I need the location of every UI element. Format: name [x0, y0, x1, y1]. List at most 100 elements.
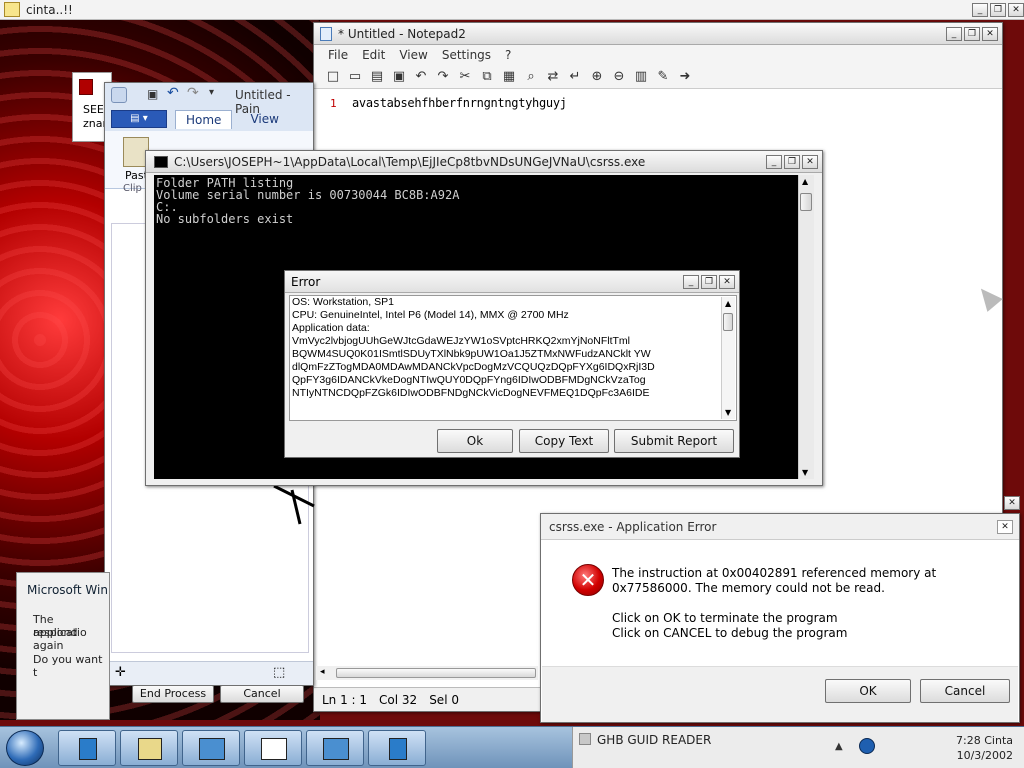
- console-scrollbar[interactable]: ▲ ▼: [798, 175, 814, 479]
- menu-help[interactable]: ?: [505, 48, 511, 62]
- scroll-thumb[interactable]: [723, 313, 733, 331]
- editor-line[interactable]: avastabsehfhberfnrngntngtyhguyj: [352, 96, 567, 110]
- error-message-debug: Click on CANCEL to debug the program: [612, 626, 848, 640]
- exit-icon[interactable]: ➜: [676, 68, 694, 86]
- pdf-icon: [79, 79, 93, 95]
- ok-button[interactable]: OK: [825, 679, 911, 703]
- taskbar-item-6[interactable]: [368, 730, 426, 766]
- paint-titlebar[interactable]: ▣ ↶ ↷ ▾ Untitled - Pain: [105, 83, 313, 116]
- ok-button[interactable]: Ok: [437, 429, 513, 453]
- save-icon[interactable]: ▣: [390, 68, 408, 86]
- browse-icon[interactable]: ▤: [368, 68, 386, 86]
- open-folder-icon[interactable]: ▭: [346, 68, 364, 86]
- app-icon: [4, 2, 20, 17]
- error-titlebar[interactable]: Error _ ❐ ✕: [285, 271, 739, 293]
- find-icon[interactable]: ⌕: [522, 68, 540, 86]
- qa-undo-icon[interactable]: ↶: [167, 85, 179, 101]
- zoom-out-icon[interactable]: ⊖: [610, 68, 628, 86]
- status-column: Col 32: [379, 692, 418, 707]
- console-output: Folder PATH listing Volume serial number…: [156, 176, 460, 226]
- dialog-text-2: respond again: [33, 626, 78, 652]
- taskbar-item-3[interactable]: [182, 730, 240, 766]
- qa-save-icon[interactable]: ▣: [147, 87, 158, 101]
- notepad-icon: [320, 26, 332, 41]
- error-dialog: Error _ ❐ ✕ OS: Workstation, SP1 CPU: Ge…: [284, 270, 740, 458]
- close-icon[interactable]: ✕: [1008, 3, 1024, 17]
- close-icon[interactable]: ✕: [997, 519, 1013, 534]
- system-clock[interactable]: 7:28 Cinta 10/3/2002: [933, 733, 1013, 763]
- scroll-down-icon[interactable]: ▼: [725, 408, 731, 417]
- submit-report-button[interactable]: Submit Report: [614, 429, 734, 453]
- app-error-body: ✕ The instruction at 0x00402891 referenc…: [542, 540, 1018, 666]
- console-titlebar[interactable]: C:\Users\JOSEPH~1\AppData\Local\Temp\EjJ…: [146, 151, 822, 173]
- error-message-terminate: Click on OK to terminate the program: [612, 611, 838, 625]
- scroll-left-icon[interactable]: ◂: [320, 667, 325, 677]
- menu-settings[interactable]: Settings: [442, 48, 491, 62]
- app-error-titlebar[interactable]: csrss.exe - Application Error ✕: [541, 514, 1019, 540]
- copy-icon[interactable]: ⧉: [478, 68, 496, 86]
- cut-icon[interactable]: ✂: [456, 68, 474, 86]
- notepad-horizontal-scrollbar[interactable]: ◂: [316, 666, 538, 680]
- error-line: NTIyNTNCDQpFZGk6IDIwODBFNDgNCkVicDogNEVF…: [292, 387, 650, 399]
- close-icon[interactable]: ✕: [719, 274, 735, 289]
- scheme-icon[interactable]: ▥: [632, 68, 650, 86]
- word-wrap-icon[interactable]: ↵: [566, 68, 584, 86]
- paint-title: Untitled - Pain: [235, 88, 291, 116]
- taskbar-item-4[interactable]: [244, 730, 302, 766]
- paste-icon[interactable]: ▦: [500, 68, 518, 86]
- menu-edit[interactable]: Edit: [362, 48, 385, 62]
- error-scrollbar[interactable]: ▲ ▼: [721, 297, 735, 419]
- phone-app-icon: [389, 738, 407, 760]
- taskbar-item-1[interactable]: [58, 730, 116, 766]
- scroll-up-icon[interactable]: ▲: [802, 177, 808, 186]
- taskbar-item-2[interactable]: [120, 730, 178, 766]
- window-controls: _ ❐ ✕: [946, 26, 998, 41]
- restore-icon[interactable]: ❐: [964, 26, 980, 41]
- seek-text-1: SEE: [83, 103, 104, 116]
- restore-icon[interactable]: ❐: [784, 154, 800, 169]
- copy-text-button[interactable]: Copy Text: [519, 429, 609, 453]
- notepad-titlebar[interactable]: * Untitled - Notepad2 _ ❐ ✕: [314, 23, 1002, 45]
- scroll-thumb[interactable]: [336, 668, 536, 678]
- zoom-in-icon[interactable]: ⊕: [588, 68, 606, 86]
- menu-view[interactable]: View: [399, 48, 427, 62]
- scroll-thumb[interactable]: [800, 193, 812, 211]
- paint-statusbar: ✛ ⬚: [105, 661, 313, 685]
- tray-app-title[interactable]: GHB GUID READER: [597, 733, 711, 747]
- close-icon[interactable]: ✕: [1004, 496, 1020, 510]
- error-line: VmVyc2lvbjogUUhGeWJtcGdaWEJzYW1oSVptcHRK…: [292, 335, 631, 347]
- keyboard-app-icon: [199, 738, 225, 760]
- scroll-up-icon[interactable]: ▲: [725, 299, 731, 308]
- minimize-icon[interactable]: _: [946, 26, 962, 41]
- menu-file[interactable]: File: [328, 48, 348, 62]
- background-window-titlebar: cinta..!! _ ❐ ✕: [0, 0, 1024, 20]
- new-file-icon[interactable]: □: [324, 68, 342, 86]
- cancel-process-button[interactable]: Cancel: [220, 685, 304, 703]
- restore-icon[interactable]: ❐: [701, 274, 717, 289]
- customize-icon[interactable]: ✎: [654, 68, 672, 86]
- cancel-button[interactable]: Cancel: [920, 679, 1010, 703]
- scroll-down-icon[interactable]: ▼: [802, 468, 808, 477]
- show-hidden-icons-icon[interactable]: ▲: [835, 741, 843, 752]
- close-icon[interactable]: ✕: [802, 154, 818, 169]
- paint-file-menu-button[interactable]: ▤ ▾: [111, 110, 167, 128]
- taskbar-item-5[interactable]: [306, 730, 364, 766]
- minimize-icon[interactable]: _: [683, 274, 699, 289]
- minimize-icon[interactable]: _: [972, 3, 988, 17]
- restore-icon[interactable]: ❐: [990, 3, 1006, 17]
- network-icon[interactable]: [859, 738, 875, 754]
- replace-icon[interactable]: ⇄: [544, 68, 562, 86]
- error-message-main: The instruction at 0x00402891 referenced…: [612, 566, 937, 595]
- clipboard-group-label: Clip: [123, 183, 142, 194]
- app-error-button-area: OK Cancel: [542, 666, 1018, 722]
- qa-redo-icon[interactable]: ↷: [187, 85, 199, 101]
- tab-home[interactable]: Home: [175, 109, 233, 129]
- undo-icon[interactable]: ↶: [412, 68, 430, 86]
- close-icon[interactable]: ✕: [982, 26, 998, 41]
- error-details-textbox[interactable]: OS: Workstation, SP1 CPU: GenuineIntel, …: [289, 295, 737, 421]
- end-process-button[interactable]: End Process: [132, 685, 214, 703]
- start-button[interactable]: [6, 730, 44, 766]
- minimize-icon[interactable]: _: [766, 154, 782, 169]
- qa-dropdown-icon[interactable]: ▾: [209, 87, 214, 98]
- redo-icon[interactable]: ↷: [434, 68, 452, 86]
